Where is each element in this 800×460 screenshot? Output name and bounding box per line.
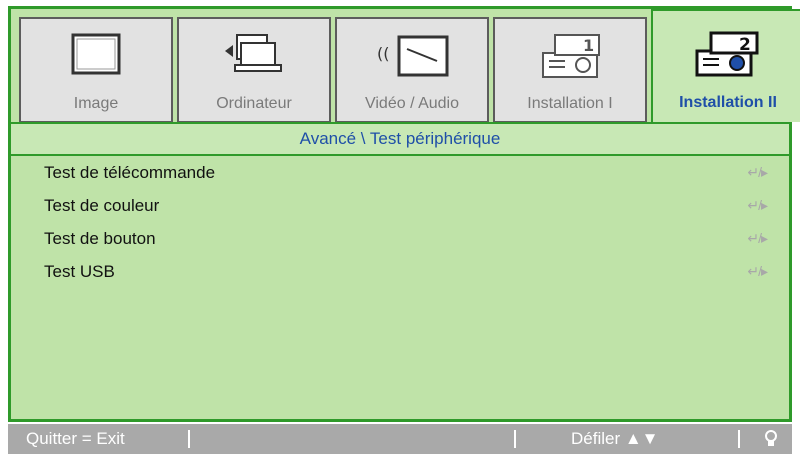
video-audio-icon: (( bbox=[377, 35, 449, 77]
tab-video-audio[interactable]: (( Vidéo / Audio bbox=[335, 17, 489, 123]
tab-label: Vidéo / Audio bbox=[364, 95, 459, 112]
svg-text:1: 1 bbox=[583, 36, 594, 55]
tab-bar: Image Ordinateur (( Vidéo / Audio 1 Inst… bbox=[11, 9, 800, 123]
tab-label: Installation II bbox=[679, 94, 777, 111]
svg-text:((: (( bbox=[377, 44, 389, 63]
menu-item-label: Test de bouton bbox=[44, 229, 156, 248]
footer-bar: Quitter = Exit Défiler ▲▼ bbox=[8, 424, 792, 454]
enter-icon: ↵/▸ bbox=[747, 230, 768, 246]
separator bbox=[738, 430, 740, 448]
tab-ordinateur[interactable]: Ordinateur bbox=[177, 17, 331, 123]
computer-icon bbox=[225, 34, 282, 72]
quit-hint: Quitter = Exit bbox=[26, 429, 125, 448]
tab-image[interactable]: Image bbox=[19, 17, 173, 123]
tab-label: Installation I bbox=[527, 95, 613, 112]
scroll-hint: Défiler ▲▼ bbox=[571, 429, 659, 448]
tab-installation-1[interactable]: 1 Installation I bbox=[493, 17, 647, 123]
osd-menu-panel: Image Ordinateur (( Vidéo / Audio 1 Inst… bbox=[8, 6, 800, 422]
enter-icon: ↵/▸ bbox=[747, 197, 768, 213]
projector-2-icon: 2 bbox=[695, 31, 759, 77]
lightbulb-icon bbox=[765, 430, 777, 446]
menu-subtitle: Avancé \ Test périphérique bbox=[11, 122, 789, 156]
menu-item-label: Test de couleur bbox=[44, 196, 160, 215]
menu-item-color-test[interactable]: Test de couleur ↵/▸ bbox=[11, 189, 789, 222]
menu-item-label: Test USB bbox=[44, 262, 115, 281]
menu-item-label: Test de télécommande bbox=[44, 163, 216, 182]
menu-item-usb-test[interactable]: Test USB ↵/▸ bbox=[11, 255, 789, 288]
tab-installation-2[interactable]: 2 Installation II bbox=[651, 9, 800, 122]
tab-label: Ordinateur bbox=[216, 95, 292, 112]
projector-1-icon: 1 bbox=[542, 34, 600, 78]
separator bbox=[188, 430, 190, 448]
svg-text:2: 2 bbox=[739, 35, 751, 55]
tab-label: Image bbox=[73, 95, 119, 112]
menu-item-button-test[interactable]: Test de bouton ↵/▸ bbox=[11, 222, 789, 255]
separator bbox=[514, 430, 516, 448]
menu-item-remote-test[interactable]: Test de télécommande ↵/▸ bbox=[11, 156, 789, 189]
enter-icon: ↵/▸ bbox=[747, 164, 768, 180]
enter-icon: ↵/▸ bbox=[747, 263, 768, 279]
menu-list: Test de télécommande ↵/▸ Test de couleur… bbox=[11, 156, 789, 288]
monitor-icon bbox=[71, 33, 121, 75]
